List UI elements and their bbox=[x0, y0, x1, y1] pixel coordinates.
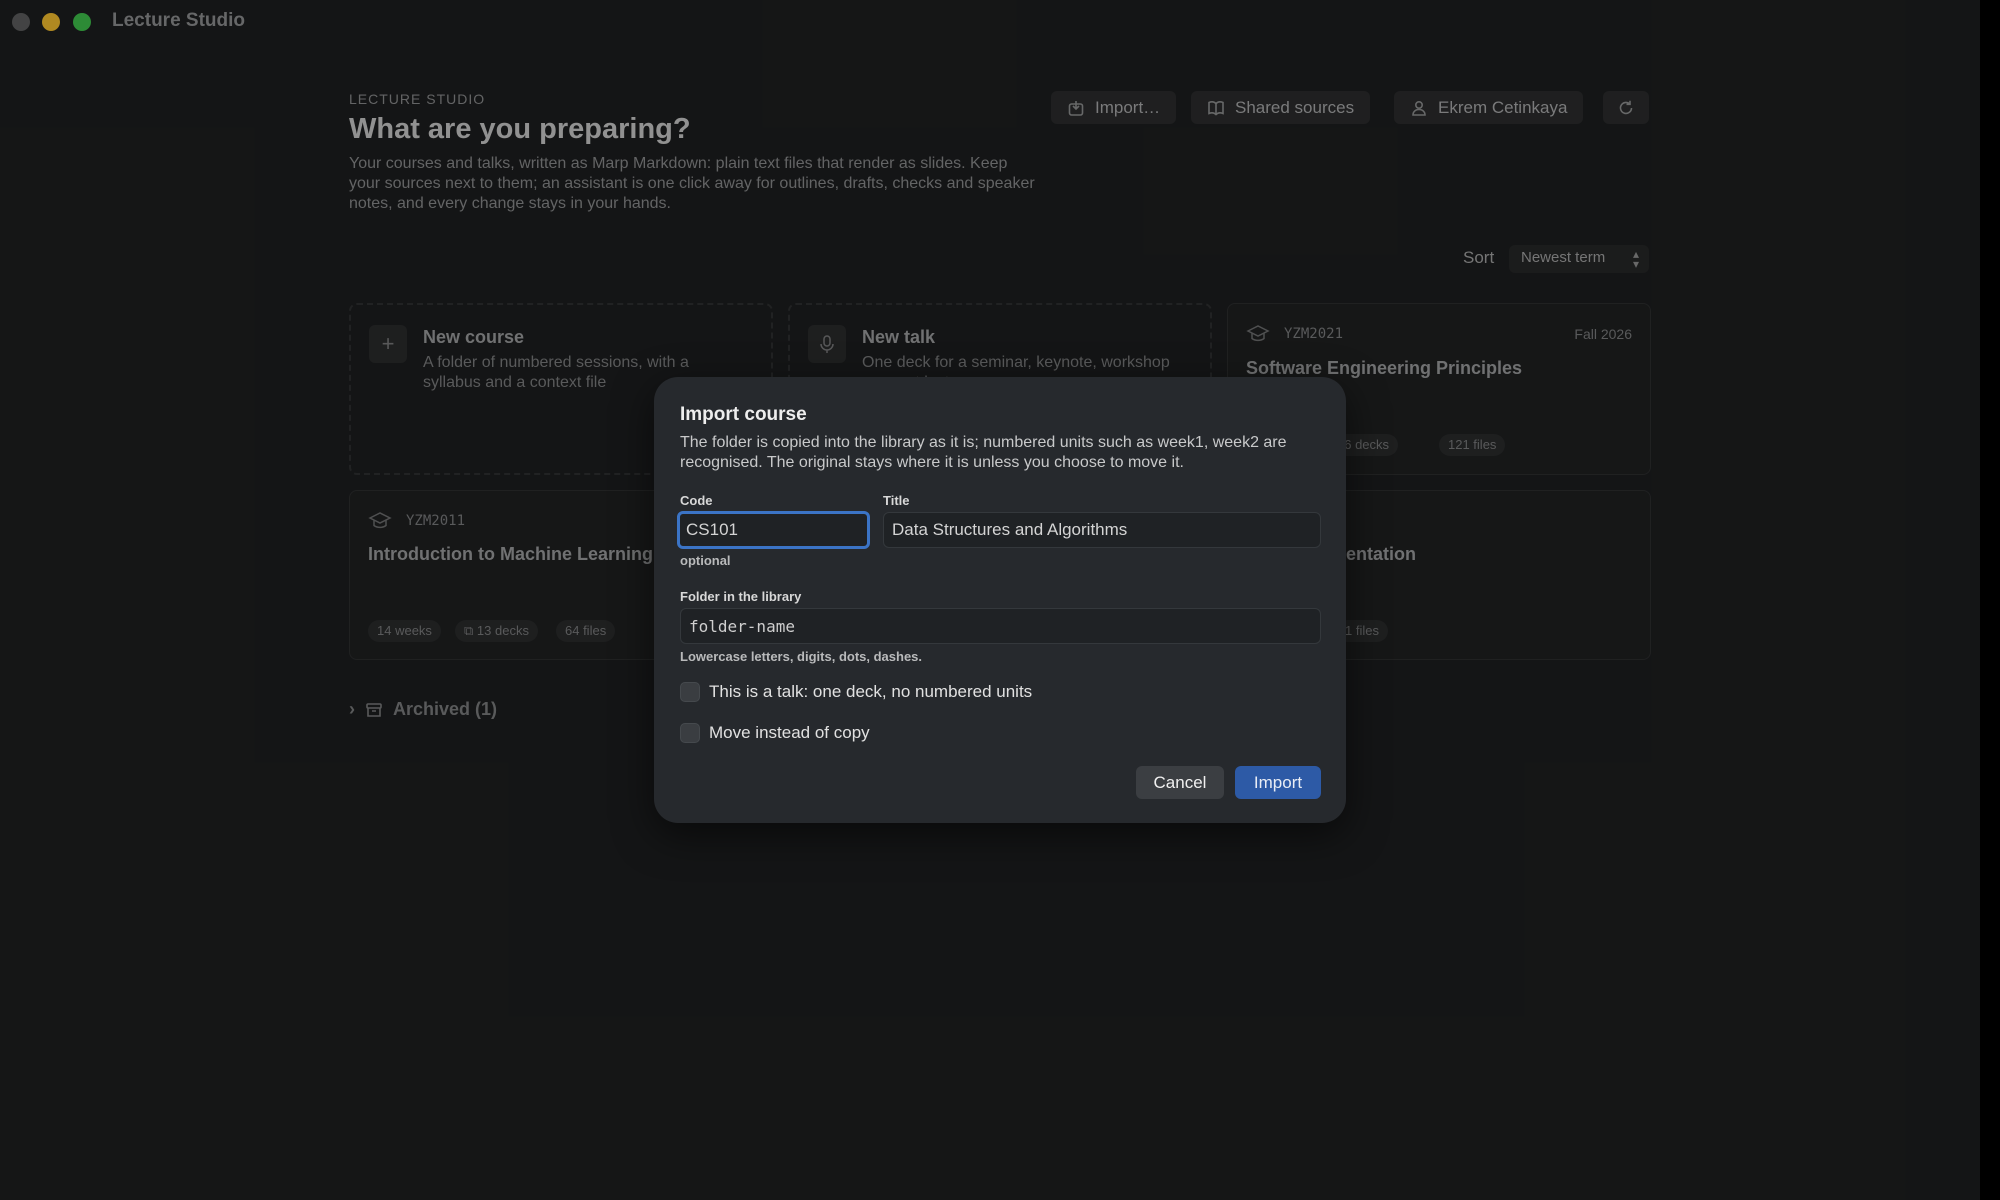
title-value: Data Structures and Algorithms bbox=[892, 520, 1128, 539]
folder-hint: Lowercase letters, digits, dots, dashes. bbox=[680, 649, 923, 664]
folder-input[interactable]: folder-name bbox=[680, 608, 1321, 644]
talk-checkbox-label: This is a talk: one deck, no numbered un… bbox=[709, 682, 1033, 701]
move-checkbox-label: Move instead of copy bbox=[709, 723, 870, 742]
talk-checkbox[interactable] bbox=[680, 682, 700, 702]
dialog-title: Import course bbox=[680, 404, 807, 425]
import-confirm-button[interactable]: Import bbox=[1235, 766, 1321, 799]
code-label: Code bbox=[680, 493, 713, 508]
cancel-button[interactable]: Cancel bbox=[1136, 766, 1224, 799]
code-hint: optional bbox=[680, 553, 731, 568]
app-window: Lecture Studio LECTURE STUDIO What are y… bbox=[0, 0, 1980, 1200]
folder-label: Folder in the library bbox=[680, 589, 802, 604]
code-input[interactable]: CS101 bbox=[677, 511, 870, 549]
title-input[interactable]: Data Structures and Algorithms bbox=[883, 512, 1321, 548]
dialog-description: The folder is copied into the library as… bbox=[680, 434, 1287, 471]
move-checkbox-row[interactable]: Move instead of copy bbox=[680, 723, 870, 743]
code-value: CS101 bbox=[686, 520, 738, 539]
talk-checkbox-row[interactable]: This is a talk: one deck, no numbered un… bbox=[680, 682, 1032, 702]
import-course-dialog: Import course The folder is copied into … bbox=[654, 377, 1346, 823]
title-label: Title bbox=[883, 493, 910, 508]
move-checkbox[interactable] bbox=[680, 723, 700, 743]
folder-placeholder: folder-name bbox=[689, 616, 795, 636]
